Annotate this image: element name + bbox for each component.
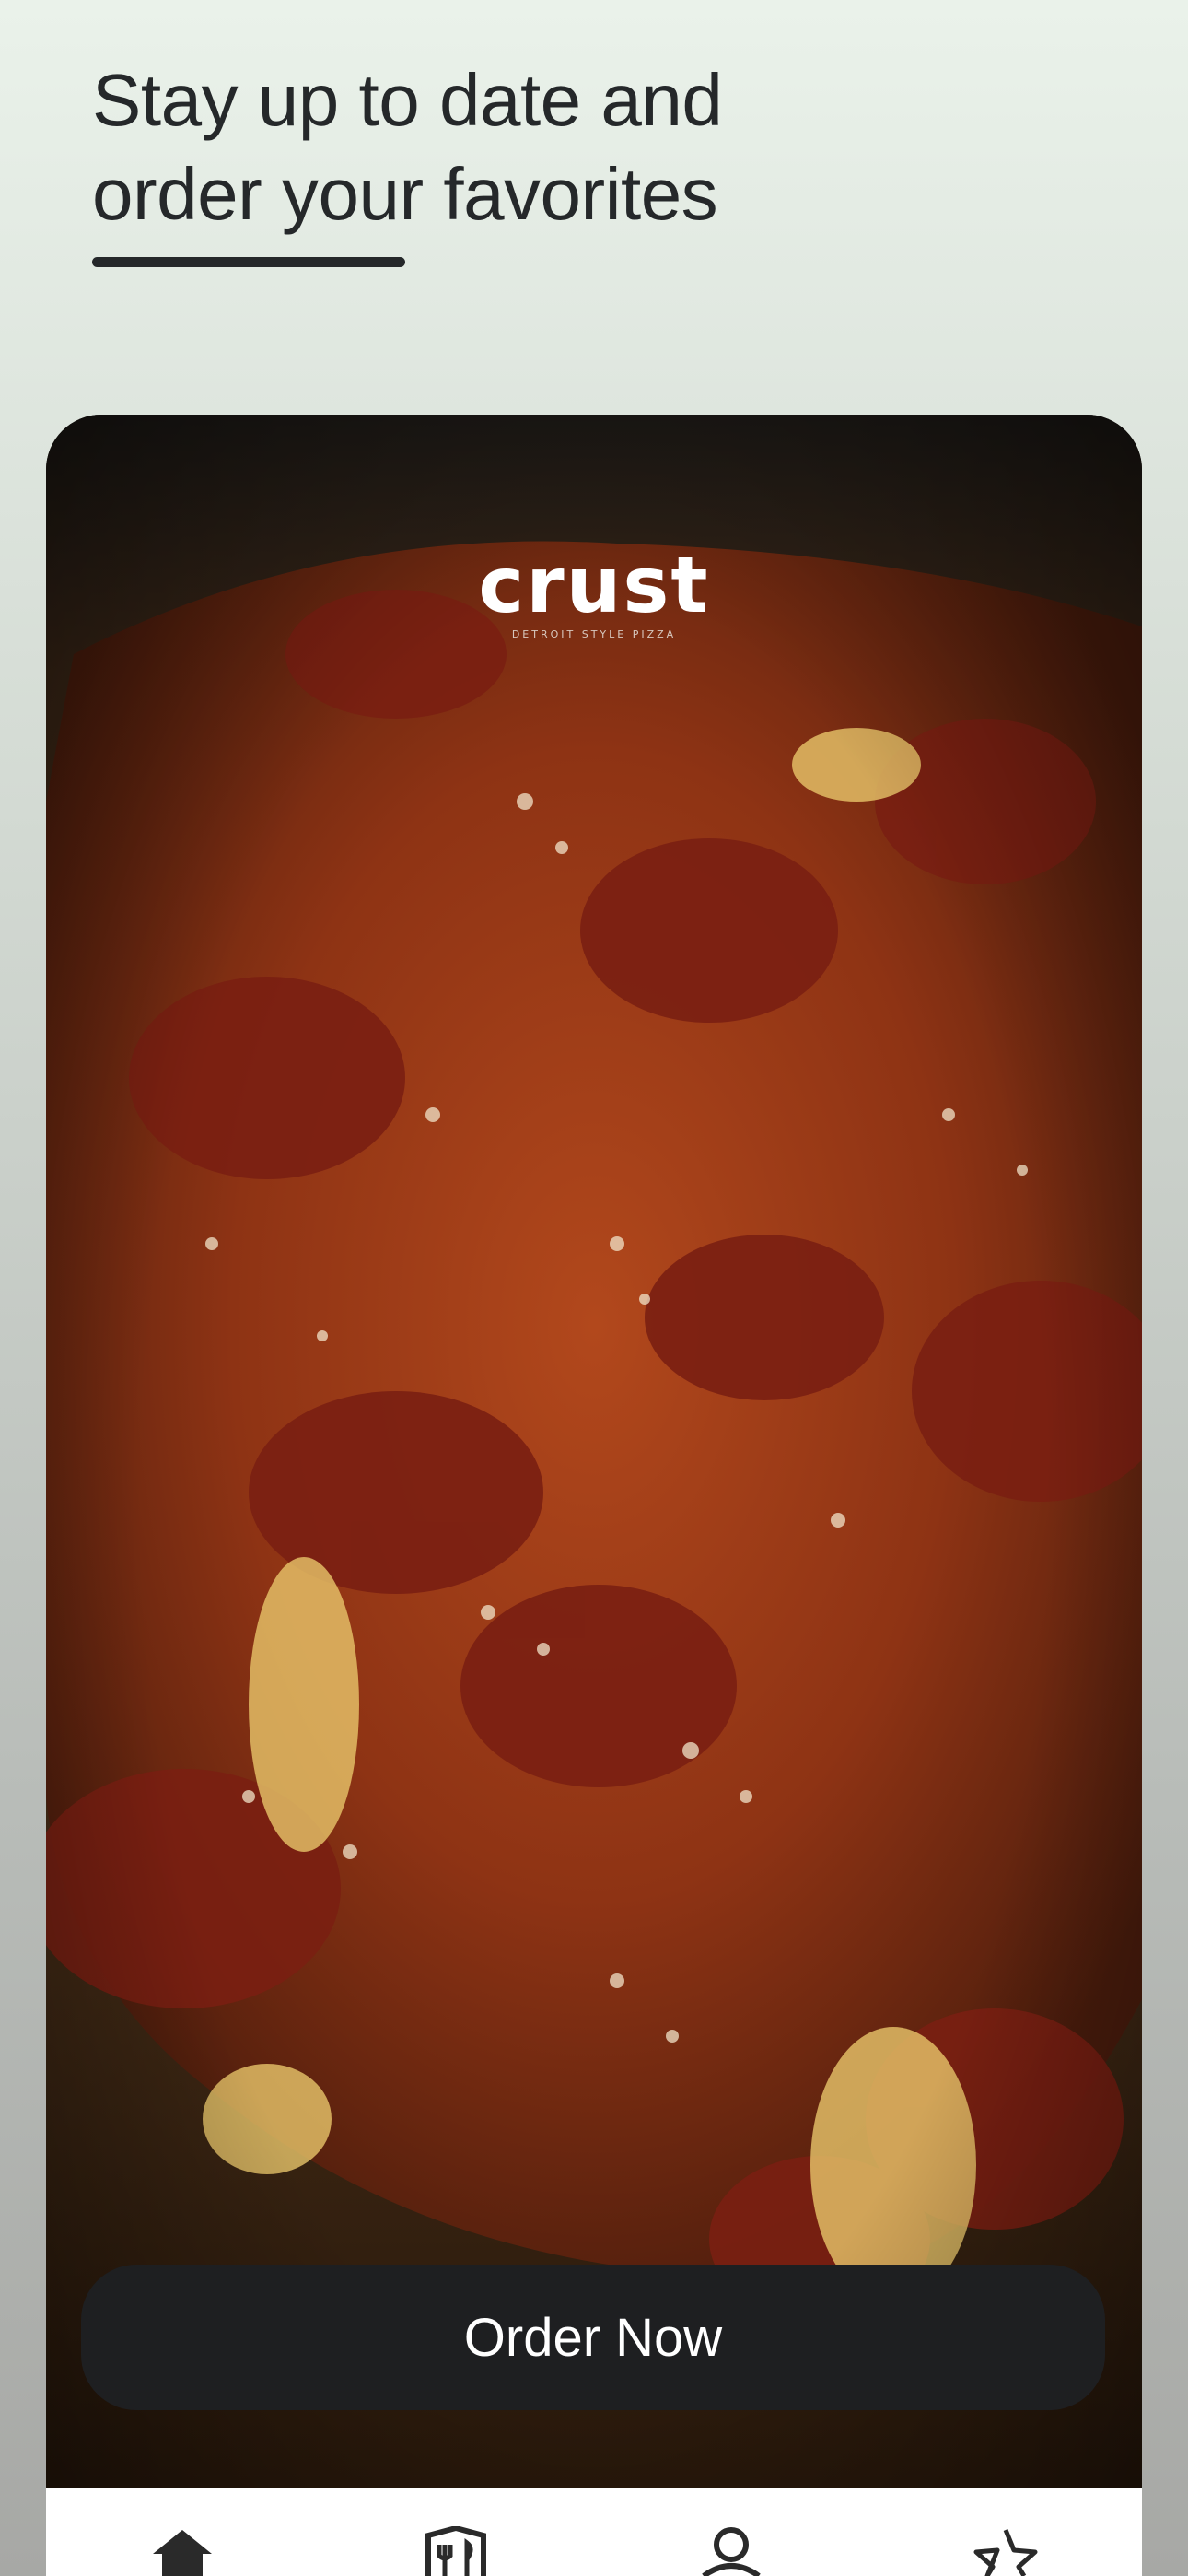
order-now-label: Order Now	[463, 2307, 723, 2368]
tab-account[interactable]: Account	[639, 2488, 823, 2576]
tab-home[interactable]: Home	[90, 2488, 274, 2576]
headline-underline	[92, 257, 405, 267]
tab-rewards[interactable]: Rewards	[914, 2488, 1098, 2576]
brand-wordmark: crust	[478, 540, 710, 630]
tab-menu[interactable]: Menu	[364, 2488, 548, 2576]
home-icon	[153, 2530, 212, 2576]
headline: Stay up to date and order your favorites	[92, 53, 1013, 241]
headline-line-2: order your favorites	[92, 153, 718, 235]
star-icon	[973, 2529, 1038, 2576]
order-now-button[interactable]: Order Now	[81, 2265, 1105, 2410]
account-icon	[702, 2527, 761, 2576]
brand-logo: crust DETROIT STYLE PIZZA	[46, 544, 1142, 640]
promo-card: crust DETROIT STYLE PIZZA Order Now	[46, 415, 1142, 2576]
hero-image	[46, 415, 1142, 2576]
menu-icon	[425, 2526, 486, 2576]
bottom-tab-bar: Home Menu Account Rewards	[46, 2488, 1142, 2576]
brand-tagline: DETROIT STYLE PIZZA	[511, 628, 677, 640]
headline-line-1: Stay up to date and	[92, 59, 723, 141]
